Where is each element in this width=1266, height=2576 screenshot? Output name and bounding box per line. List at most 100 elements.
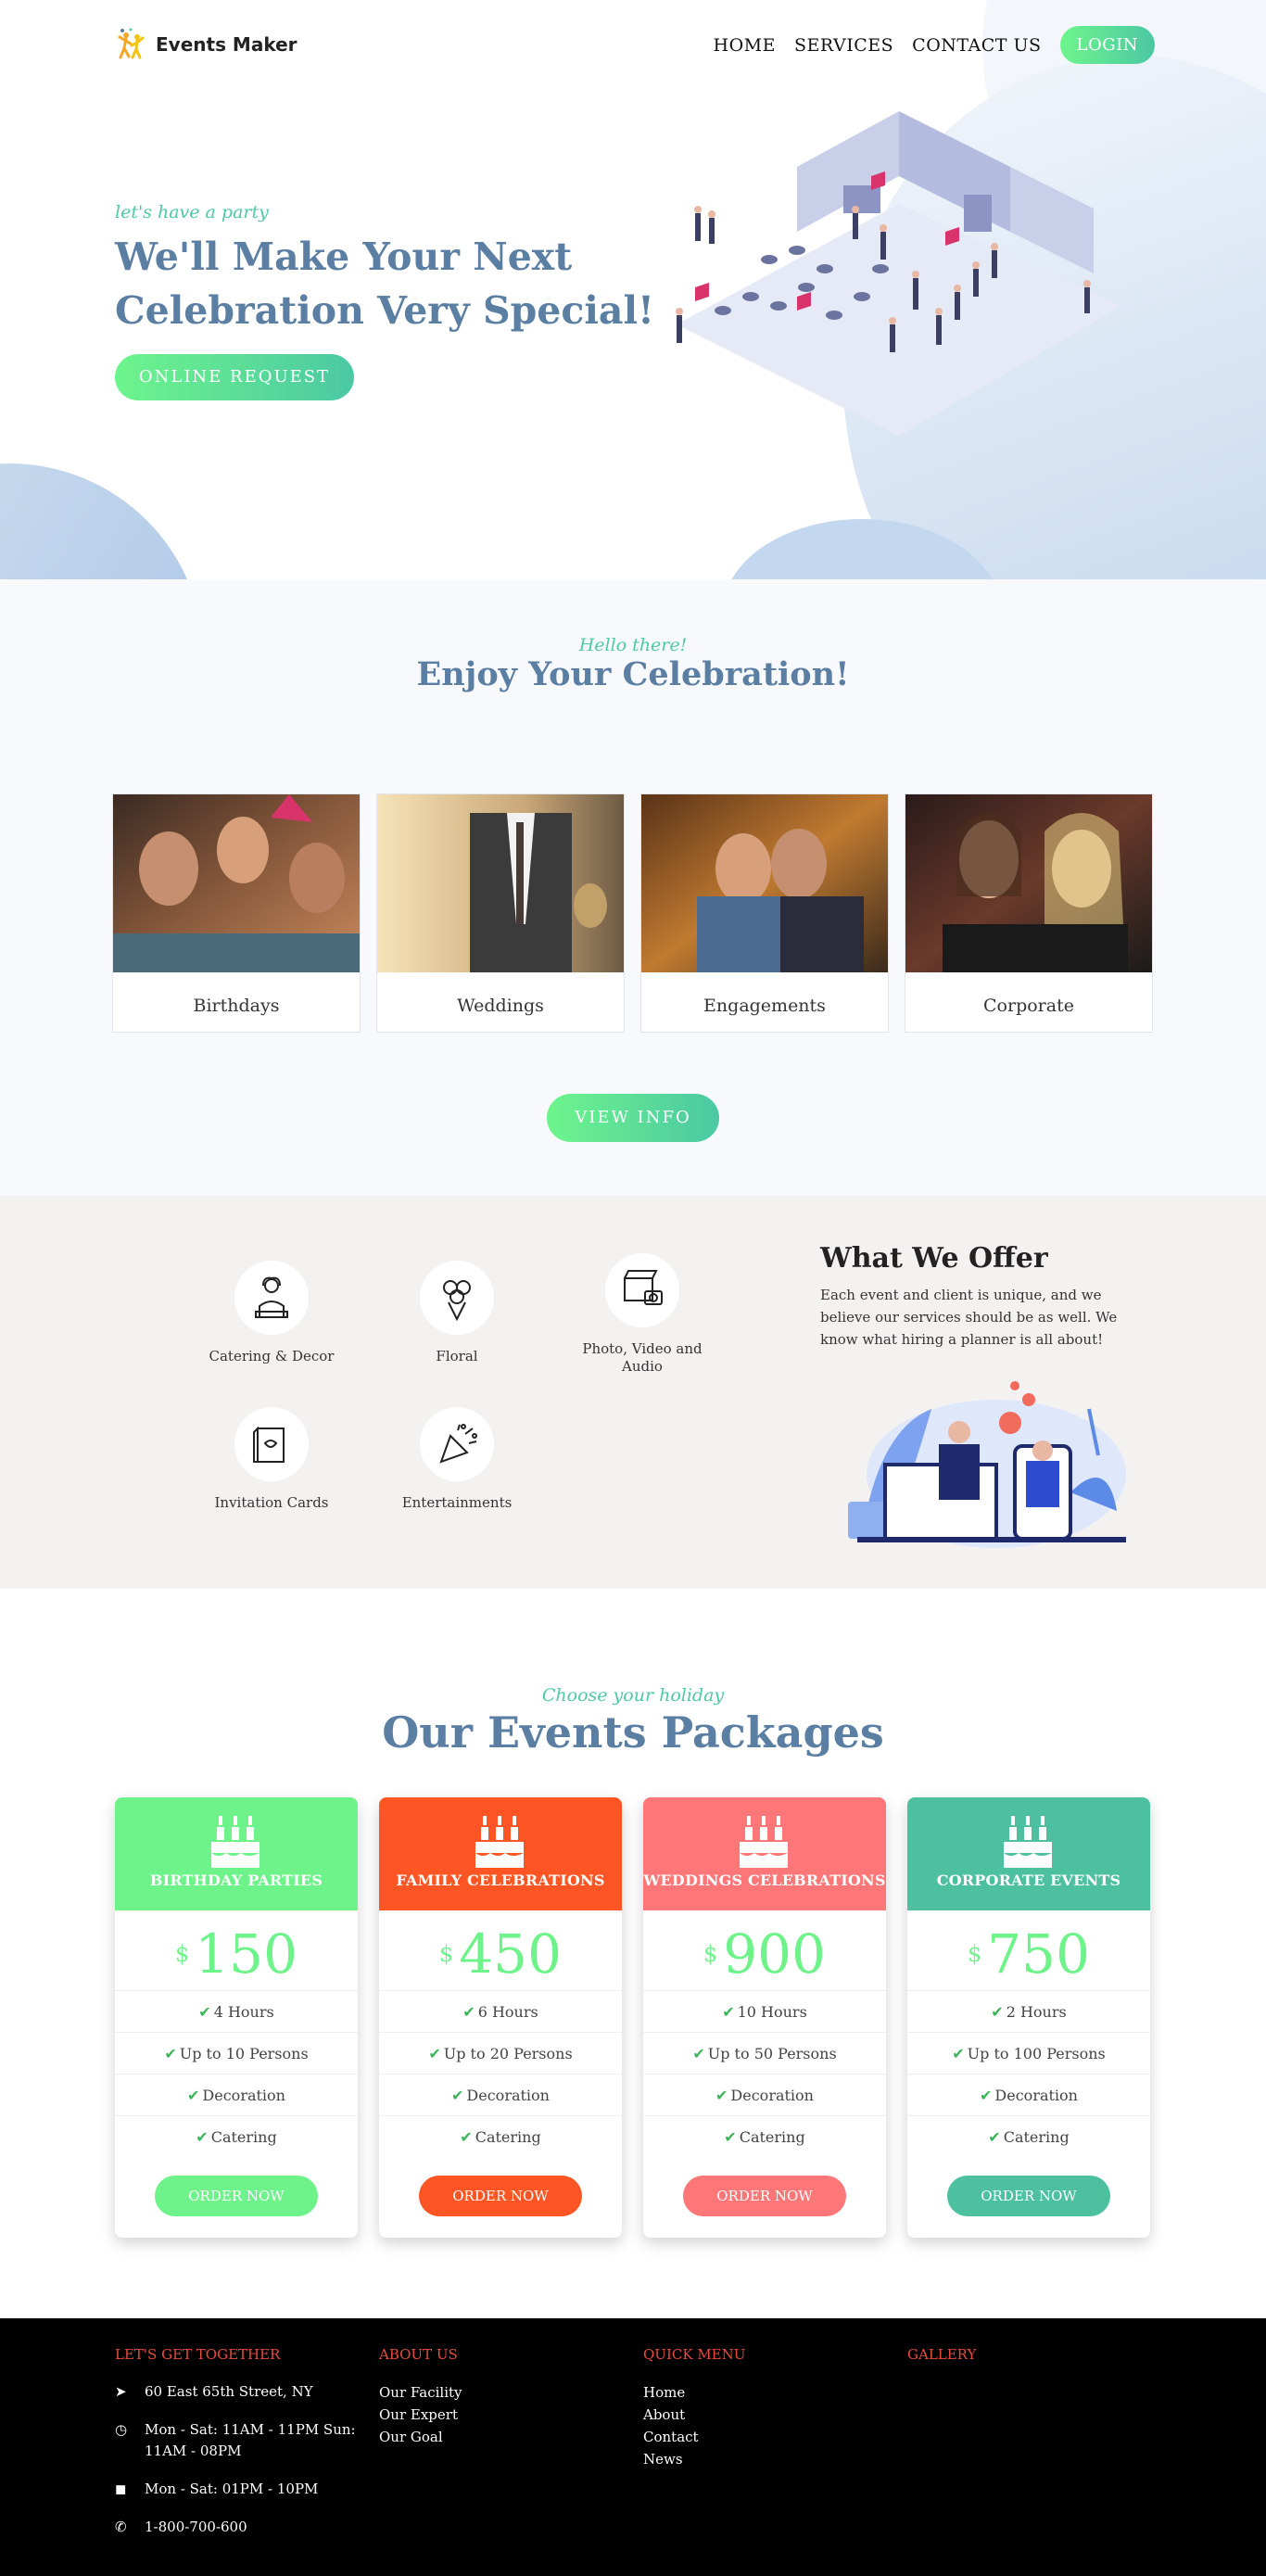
footer-link-about[interactable]: About — [643, 2404, 745, 2426]
event-card-label: Birthdays — [193, 996, 280, 1016]
event-card-birthdays[interactable]: Birthdays — [112, 793, 361, 1033]
order-now-button[interactable]: ORDER NOW — [155, 2176, 318, 2216]
service-label: Floral — [436, 1348, 478, 1364]
event-card-weddings[interactable]: Weddings — [376, 793, 625, 1033]
nav-services[interactable]: SERVICES — [794, 35, 893, 56]
footer-link-home[interactable]: Home — [643, 2381, 745, 2404]
contact-text: Mon - Sat: 01PM - 10PM — [145, 2481, 319, 2497]
package-feature: ✔ Catering — [115, 2115, 358, 2157]
corporate-photo — [905, 794, 1152, 972]
check-icon: ✔ — [460, 2128, 473, 2146]
footer-link-our-expert[interactable]: Our Expert — [379, 2404, 462, 2426]
shopping-bag-icon: ◼ — [115, 2481, 127, 2497]
order-now-button[interactable]: ORDER NOW — [419, 2176, 582, 2216]
dancing-people-logo-icon — [118, 28, 145, 59]
package-feature: ✔ Decoration — [379, 2074, 622, 2115]
package-feature: ✔ 4 Hours — [115, 1990, 358, 2032]
package-price: $450 — [379, 1910, 622, 1990]
feature-text: 6 Hours — [477, 2003, 538, 2021]
nav-home[interactable]: HOME — [714, 35, 776, 56]
price-amount: 450 — [459, 1922, 562, 1986]
event-type-cards: Birthdays Weddings Engagements Corporate — [112, 793, 1153, 1033]
event-card-label: Weddings — [457, 996, 544, 1016]
packages-title: Our Events Packages — [382, 1707, 884, 1758]
check-icon: ✔ — [722, 2003, 735, 2021]
feature-text: Catering — [475, 2128, 541, 2146]
feature-text: Catering — [739, 2128, 805, 2146]
package-name: FAMILY CELEBRATIONS — [396, 1872, 605, 1889]
contact-address: ➤ 60 East 65th Street, NY — [115, 2381, 365, 2403]
footer-menu-column: QUICK MENU Home About Contact News — [643, 2346, 745, 2470]
check-icon: ✔ — [462, 2003, 475, 2021]
check-icon: ✔ — [198, 2003, 211, 2021]
enjoy-kicker: Hello there! — [578, 635, 688, 655]
feature-text: Catering — [210, 2128, 277, 2146]
footer-about-column: ABOUT US Our Facility Our Expert Our Goa… — [379, 2346, 462, 2448]
feature-text: Decoration — [466, 2087, 550, 2104]
online-request-button[interactable]: ONLINE REQUEST — [115, 354, 354, 400]
event-card-corporate[interactable]: Corporate — [905, 793, 1153, 1033]
hero-title: We'll Make Your Next Celebration Very Sp… — [115, 230, 654, 337]
service-floral[interactable]: Floral — [383, 1261, 531, 1365]
chef-icon — [234, 1261, 309, 1335]
hero-title-line: Celebration Very Special! — [115, 288, 655, 333]
view-info-button[interactable]: VIEW INFO — [547, 1094, 719, 1142]
package-card-corporate-events: CORPORATE EVENTS $750 ✔ 2 Hours ✔ Up to 100 P… — [907, 1797, 1150, 2238]
service-catering-decor[interactable]: Catering & Decor — [197, 1261, 346, 1365]
footer-link-our-facility[interactable]: Our Facility — [379, 2381, 462, 2404]
service-photo-video-audio[interactable]: Photo, Video and Audio — [568, 1253, 716, 1376]
contact-text: 1-800-700-600 — [145, 2519, 247, 2535]
price-amount: 900 — [723, 1922, 826, 1986]
check-icon: ✔ — [428, 2045, 441, 2062]
engagements-photo — [641, 794, 888, 972]
site-header: Events Maker HOME SERVICES CONTACT US LO… — [0, 0, 1266, 93]
feature-text: Decoration — [730, 2087, 814, 2104]
check-icon: ✔ — [451, 2087, 464, 2104]
package-header: FAMILY CELEBRATIONS — [379, 1797, 622, 1910]
contact-hours: ◷ Mon - Sat: 11AM - 11PM Sun: 11AM - 08P… — [115, 2419, 365, 2462]
handshake-deal-illustration — [848, 1381, 1126, 1548]
package-feature: ✔ Up to 10 Persons — [115, 2032, 358, 2074]
package-feature: ✔ 10 Hours — [643, 1990, 886, 2032]
hero-kicker: let's have a party — [115, 202, 269, 222]
footer-link-news[interactable]: News — [643, 2448, 745, 2470]
service-invitation-cards[interactable]: Invitation Cards — [197, 1407, 346, 1512]
feature-text: Catering — [1003, 2128, 1070, 2146]
footer-link-our-goal[interactable]: Our Goal — [379, 2426, 462, 2448]
packages-section: Choose your holiday Our Events Packages … — [0, 1589, 1266, 2318]
check-icon: ✔ — [715, 2087, 728, 2104]
service-label: Invitation Cards — [214, 1494, 329, 1511]
event-card-engagements[interactable]: Engagements — [640, 793, 889, 1033]
birthday-cake-icon — [475, 1816, 524, 1868]
camera-clapper-icon — [605, 1253, 679, 1327]
invitation-card-icon — [234, 1407, 309, 1481]
logo[interactable]: Events Maker — [115, 26, 298, 63]
footer-link-contact[interactable]: Contact — [643, 2426, 745, 2448]
service-entertainments[interactable]: Entertainments — [383, 1407, 531, 1512]
package-card-weddings-celebrations: WEDDINGS CELEBRATIONS $900 ✔ 10 Hours ✔ Up to… — [643, 1797, 886, 2238]
package-feature: ✔ Decoration — [115, 2074, 358, 2115]
feature-text: Up to 100 Persons — [967, 2045, 1106, 2062]
currency-symbol: $ — [175, 1941, 190, 1967]
contact-text: Mon - Sat: 11AM - 11PM Sun: 11AM - 08PM — [145, 2421, 356, 2459]
check-icon: ✔ — [988, 2128, 1001, 2146]
login-button[interactable]: LOGIN — [1059, 26, 1155, 64]
nav-contact-us[interactable]: CONTACT US — [912, 35, 1041, 56]
order-now-button[interactable]: ORDER NOW — [683, 2176, 846, 2216]
price-amount: 150 — [195, 1922, 298, 1986]
birthdays-photo — [113, 794, 360, 972]
birthday-cake-icon — [740, 1816, 788, 1868]
order-now-button[interactable]: ORDER NOW — [947, 2176, 1110, 2216]
package-feature: ✔ 2 Hours — [907, 1990, 1150, 2032]
package-feature: ✔ Up to 100 Persons — [907, 2032, 1150, 2074]
footer-heading: ABOUT US — [379, 2346, 458, 2363]
enjoy-title: Enjoy Your Celebration! — [416, 655, 850, 693]
main-nav: HOME SERVICES CONTACT US LOGIN — [714, 26, 1155, 64]
package-header: CORPORATE EVENTS — [907, 1797, 1150, 1910]
location-arrow-icon: ➤ — [115, 2383, 127, 2400]
check-icon: ✔ — [980, 2087, 993, 2104]
package-name: BIRTHDAY PARTIES — [149, 1872, 323, 1889]
currency-symbol: $ — [703, 1941, 718, 1967]
contact-takeaway-hours: ◼ Mon - Sat: 01PM - 10PM — [115, 2479, 365, 2500]
contact-phone[interactable]: ✆ 1-800-700-600 — [115, 2517, 365, 2538]
